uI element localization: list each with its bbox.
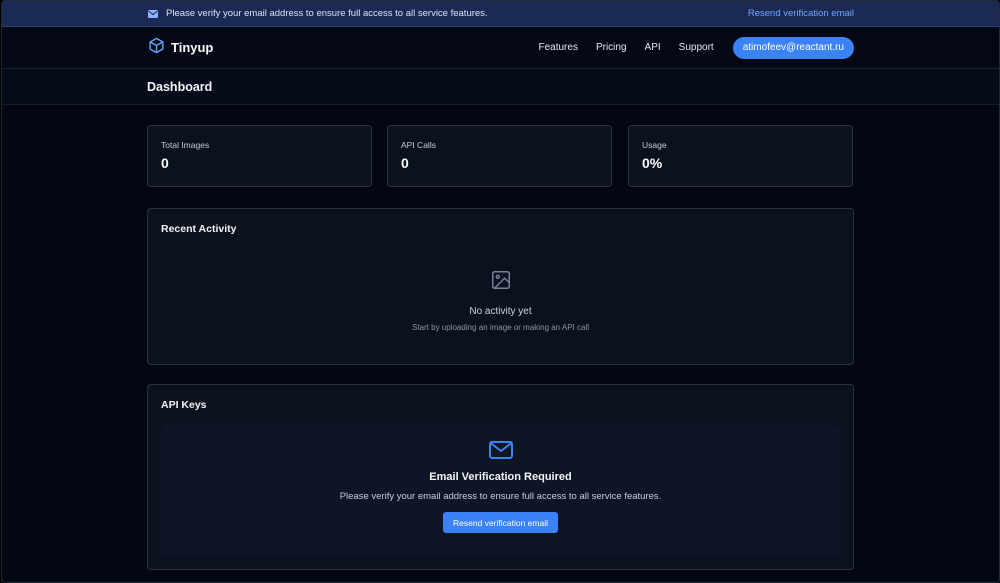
mail-icon bbox=[148, 9, 158, 18]
resend-verification-link[interactable]: Resend verification email bbox=[748, 8, 854, 19]
brand-name: Tinyup bbox=[171, 40, 214, 55]
resend-verification-button[interactable]: Resend verification email bbox=[443, 512, 558, 533]
stat-label: API Calls bbox=[401, 140, 436, 150]
recent-activity-panel: Recent Activity No activity yet Start by… bbox=[147, 208, 854, 365]
nav-menu: Features Pricing API Support atimofeev@r… bbox=[538, 36, 854, 59]
banner-message: Please verify your email address to ensu… bbox=[166, 8, 488, 19]
nav-link-api[interactable]: API bbox=[645, 42, 661, 53]
image-placeholder-icon bbox=[490, 269, 512, 296]
nav-link-features[interactable]: Features bbox=[538, 42, 577, 53]
empty-state: No activity yet Start by uploading an im… bbox=[148, 269, 853, 332]
panel-title: API Keys bbox=[161, 399, 207, 411]
nav-link-support[interactable]: Support bbox=[679, 42, 714, 53]
app-window: Please verify your email address to ensu… bbox=[1, 0, 1000, 583]
stat-card-api-calls: API Calls 0 bbox=[387, 125, 612, 187]
stat-card-total-images: Total Images 0 bbox=[147, 125, 372, 187]
cube-logo-icon bbox=[148, 37, 165, 59]
page-header: Dashboard bbox=[2, 69, 999, 105]
top-navbar: Tinyup Features Pricing API Support atim… bbox=[2, 27, 999, 69]
brand-logo-link[interactable]: Tinyup bbox=[148, 37, 213, 59]
empty-state-subtitle: Start by uploading an image or making an… bbox=[412, 323, 589, 332]
verification-message: Please verify your email address to ensu… bbox=[339, 491, 662, 502]
verification-banner: Please verify your email address to ensu… bbox=[2, 1, 999, 27]
banner-message-group: Please verify your email address to ensu… bbox=[148, 8, 488, 19]
nav-link-pricing[interactable]: Pricing bbox=[596, 42, 627, 53]
page-title: Dashboard bbox=[147, 79, 213, 94]
stat-label: Total Images bbox=[161, 140, 210, 150]
api-keys-panel: API Keys Email Verification Required Ple… bbox=[147, 384, 854, 570]
stat-label: Usage bbox=[642, 140, 667, 150]
user-account-button[interactable]: atimofeev@reactant.ru bbox=[732, 36, 854, 59]
verification-title: Email Verification Required bbox=[429, 471, 572, 483]
empty-state-title: No activity yet bbox=[469, 306, 532, 317]
email-verification-notice: Email Verification Required Please verif… bbox=[161, 425, 840, 555]
stat-value: 0 bbox=[401, 155, 409, 171]
mail-icon bbox=[488, 441, 513, 459]
stat-value: 0 bbox=[161, 155, 169, 171]
stat-card-usage: Usage 0% bbox=[628, 125, 853, 187]
stat-value: 0% bbox=[642, 155, 663, 171]
panel-title: Recent Activity bbox=[161, 223, 237, 235]
